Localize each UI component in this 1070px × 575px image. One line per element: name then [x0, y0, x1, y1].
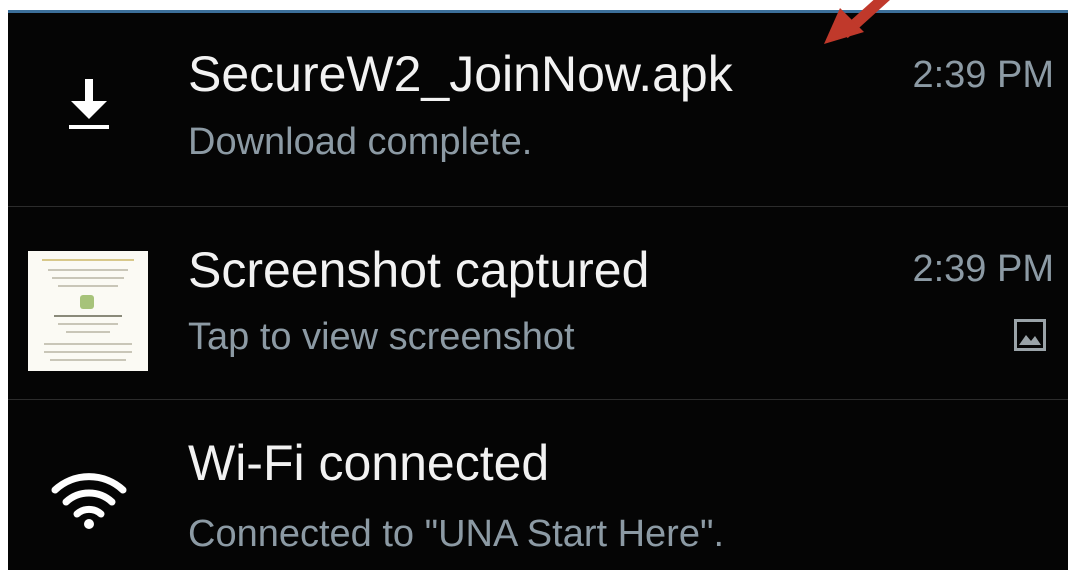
- notification-subtitle: Download complete.: [188, 121, 533, 163]
- notification-title: Wi-Fi connected: [188, 435, 550, 491]
- download-icon: [28, 53, 150, 153]
- notification-screenshot[interactable]: Screenshot captured Tap to view screensh…: [8, 207, 1068, 399]
- image-icon: [1014, 319, 1046, 356]
- notification-title: SecureW2_JoinNow.apk: [188, 46, 733, 102]
- notification-subtitle: Tap to view screenshot: [188, 316, 575, 358]
- notification-title: Screenshot captured: [188, 242, 650, 298]
- red-arrow-icon: [820, 0, 920, 55]
- screenshot-thumbnail: [28, 251, 148, 371]
- notification-time: 2:39 PM: [912, 54, 1054, 96]
- notification-subtitle: Connected to "UNA Start Here".: [188, 513, 725, 555]
- notification-shade: SecureW2_JoinNow.apk Download complete. …: [8, 10, 1068, 570]
- screenshot-frame: SecureW2_JoinNow.apk Download complete. …: [0, 0, 1070, 575]
- notification-time: 2:39 PM: [912, 248, 1054, 290]
- wifi-icon: [28, 460, 150, 540]
- notification-wifi[interactable]: Wi-Fi connected Connected to "UNA Start …: [8, 400, 1068, 570]
